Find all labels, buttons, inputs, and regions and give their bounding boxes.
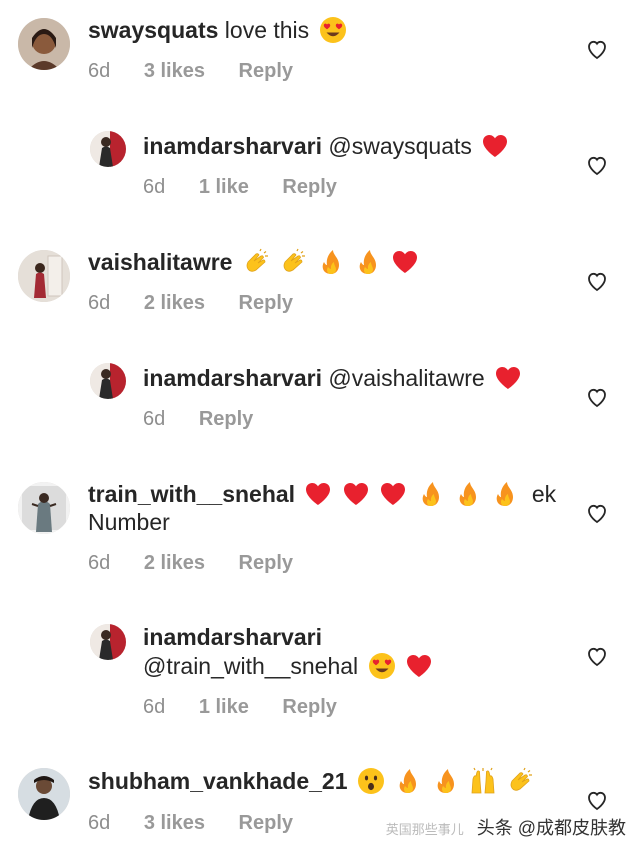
likes-count[interactable]: 3 likes [144, 812, 205, 834]
like-heart-icon[interactable] [585, 269, 609, 293]
watermark-logo: 英国那些事儿 [385, 822, 464, 837]
comment-line: inamdarsharvari [143, 622, 322, 652]
comment-line: inamdarsharvari @vaishalitawre [143, 363, 522, 393]
comment-line-2: Number [88, 507, 170, 537]
likes-count[interactable]: 3 likes [144, 60, 205, 82]
reply-button[interactable]: Reply [282, 696, 336, 718]
red-heart-icon [405, 652, 433, 680]
username[interactable]: train_with__snehal [88, 481, 295, 507]
red-heart-icon [391, 248, 419, 276]
red-heart-icon [342, 480, 370, 508]
comment-meta: 6d 3 likes Reply [88, 811, 321, 835]
likes-count[interactable]: 1 like [199, 176, 249, 198]
username[interactable]: shubham_vankhade_21 [88, 768, 348, 794]
timestamp: 6d [88, 552, 111, 574]
comment-meta: 6d 2 likes Reply [88, 291, 321, 315]
timestamp: 6d [143, 696, 166, 718]
likes-count[interactable]: 2 likes [144, 292, 205, 314]
comment-meta: 6d 3 likes Reply [88, 59, 321, 83]
reply-button[interactable]: Reply [282, 176, 336, 198]
red-heart-icon [481, 132, 509, 160]
fire-icon [454, 480, 482, 508]
timestamp: 6d [88, 60, 111, 82]
username[interactable]: swaysquats [88, 17, 218, 43]
comment-reply-inamdarsharvari: inamdarsharvari @train_with__snehal 6d 1… [0, 609, 640, 754]
raising-hands-icon [469, 767, 497, 795]
comment-line: shubham_vankhade_21 [88, 766, 534, 796]
red-heart-icon [304, 480, 332, 508]
avatar[interactable] [90, 363, 126, 399]
comment-vaishalitawre: vaishalitawre 6d 2 likes Reply [0, 232, 640, 348]
reply-button[interactable]: Reply [239, 812, 293, 834]
mention-link[interactable]: @swaysquats [328, 133, 472, 159]
like-heart-icon[interactable] [585, 501, 609, 525]
red-heart-icon [494, 364, 522, 392]
like-heart-icon[interactable] [585, 644, 609, 668]
likes-count[interactable]: 1 like [199, 696, 249, 718]
fire-icon [354, 248, 382, 276]
timestamp: 6d [143, 408, 166, 430]
timestamp: 6d [88, 812, 111, 834]
comment-line: train_with__snehal ek [88, 479, 556, 509]
heart-eyes-icon [319, 16, 347, 44]
username[interactable]: vaishalitawre [88, 249, 232, 275]
comment-reply-inamdarsharvari: inamdarsharvari @vaishalitawre 6d Reply [0, 348, 640, 464]
comment-meta: 6d 1 like Reply [143, 175, 365, 199]
username[interactable]: inamdarsharvari [143, 133, 322, 159]
watermark: 英国那些事儿 头条 @成都皮肤教 [386, 814, 626, 840]
heart-eyes-icon [368, 652, 396, 680]
timestamp: 6d [88, 292, 111, 314]
like-heart-icon[interactable] [585, 788, 609, 812]
reply-button[interactable]: Reply [239, 60, 293, 82]
fire-icon [432, 767, 460, 795]
astonished-face-icon [357, 767, 385, 795]
like-heart-icon[interactable] [585, 385, 609, 409]
avatar[interactable] [90, 131, 126, 167]
mention-link[interactable]: @train_with__snehal [143, 653, 358, 679]
red-heart-icon [379, 480, 407, 508]
mention-link[interactable]: @vaishalitawre [328, 365, 484, 391]
avatar[interactable] [18, 768, 70, 820]
avatar[interactable] [90, 624, 126, 660]
comment-line: inamdarsharvari @swaysquats [143, 131, 509, 161]
comment-meta: 6d 1 like Reply [143, 695, 365, 719]
clapping-hands-icon [506, 767, 534, 795]
like-heart-icon[interactable] [585, 37, 609, 61]
comment-line-2: @train_with__snehal [143, 651, 433, 681]
reply-button[interactable]: Reply [239, 292, 293, 314]
fire-icon [394, 767, 422, 795]
username[interactable]: inamdarsharvari [143, 365, 322, 391]
like-heart-icon[interactable] [585, 153, 609, 177]
comment-text: ek [531, 481, 557, 507]
watermark-text: 头条 @成都皮肤教 [476, 818, 626, 838]
comment-train-with-snehal: train_with__snehal ek Number 6d 2 likes … [0, 464, 640, 609]
username[interactable]: inamdarsharvari [143, 624, 322, 650]
timestamp: 6d [143, 176, 166, 198]
comment-meta: 6d Reply [143, 407, 281, 431]
reply-button[interactable]: Reply [239, 552, 293, 574]
avatar[interactable] [18, 482, 70, 534]
avatar[interactable] [18, 250, 70, 302]
comment-text: Number [88, 509, 170, 535]
comment-line: vaishalitawre [88, 247, 419, 277]
comment-reply-inamdarsharvari: inamdarsharvari @swaysquats 6d 1 like Re… [0, 116, 640, 232]
fire-icon [491, 480, 519, 508]
clapping-hands-icon [279, 248, 307, 276]
fire-icon [317, 248, 345, 276]
clapping-hands-icon [242, 248, 270, 276]
reply-button[interactable]: Reply [199, 408, 253, 430]
comment-swaysquats: swaysquats love this 6d 3 likes Reply [0, 0, 640, 116]
comment-text: love this [224, 17, 310, 43]
comment-line: swaysquats love this [88, 15, 347, 45]
fire-icon [417, 480, 445, 508]
comment-meta: 6d 2 likes Reply [88, 551, 321, 575]
likes-count[interactable]: 2 likes [144, 552, 205, 574]
avatar[interactable] [18, 18, 70, 70]
